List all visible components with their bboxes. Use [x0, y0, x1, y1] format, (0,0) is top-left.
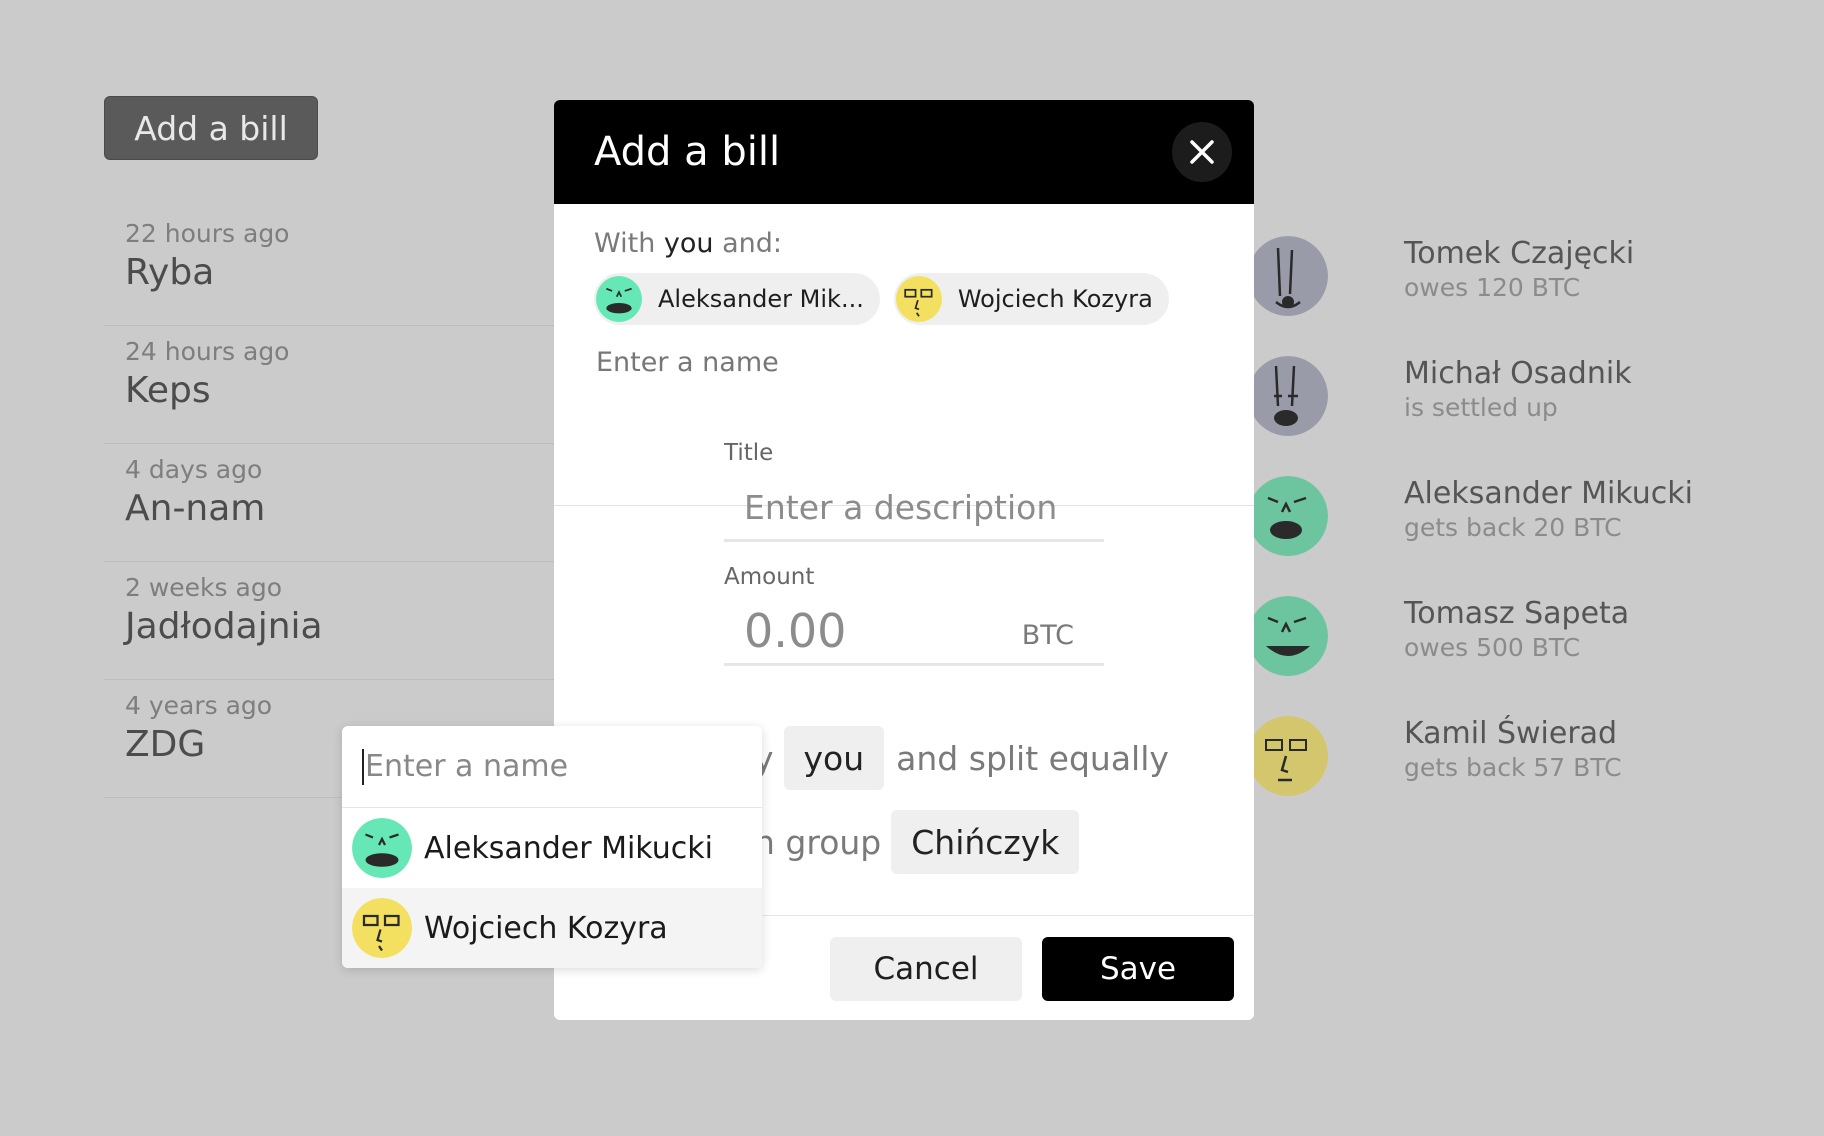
- participant-chips: Aleksander Mik... Wojciech Kozyra: [594, 273, 1214, 325]
- bill-title: Jadłodajnia: [125, 606, 323, 647]
- group-prefix: n group: [754, 822, 882, 862]
- avatar: [1248, 476, 1328, 556]
- avatar: [352, 898, 412, 958]
- amount-label: Amount: [724, 564, 815, 590]
- group-selector[interactable]: Chińczyk: [891, 810, 1080, 874]
- with-prefix: With: [594, 228, 656, 259]
- title-placeholder: Enter a description: [744, 488, 1058, 527]
- people-balances-list: Tomek Czajęcki owes 120 BTC Michał Osadn…: [1248, 236, 1768, 836]
- participant-chip-name: Wojciech Kozyra: [957, 285, 1153, 313]
- currency-label: BTC: [1021, 620, 1074, 651]
- amount-value: 0.00: [744, 604, 847, 658]
- avatar: [1248, 716, 1328, 796]
- bill-time: 4 days ago: [125, 455, 263, 484]
- participant-chip-name: Aleksander Mik...: [658, 285, 864, 313]
- person-status: gets back 20 BTC: [1404, 513, 1622, 542]
- bill-time: 4 years ago: [125, 691, 273, 720]
- person-name: Kamil Świerad: [1404, 716, 1618, 751]
- person-balance-item[interactable]: Aleksander Mikucki gets back 20 BTC: [1248, 476, 1768, 596]
- person-status: gets back 57 BTC: [1404, 753, 1622, 782]
- title-input[interactable]: Enter a description: [724, 466, 1104, 542]
- person-balance-item[interactable]: Tomasz Sapeta owes 500 BTC: [1248, 596, 1768, 716]
- paid-by-selector[interactable]: you: [783, 726, 885, 790]
- person-status: owes 500 BTC: [1404, 633, 1581, 662]
- person-status: owes 120 BTC: [1404, 273, 1581, 302]
- title-label: Title: [724, 440, 774, 466]
- avatar: [895, 276, 942, 322]
- bill-list-item[interactable]: 2 weeks ago Jadłodajnia: [104, 562, 564, 680]
- bill-list-item[interactable]: 22 hours ago Ryba: [104, 208, 564, 326]
- autocomplete-option[interactable]: Wojciech Kozyra: [342, 888, 762, 968]
- close-icon: [1189, 139, 1215, 165]
- person-balance-item[interactable]: Tomek Czajęcki owes 120 BTC: [1248, 236, 1768, 356]
- bill-time: 22 hours ago: [125, 219, 290, 248]
- bill-title: Ryba: [125, 252, 215, 293]
- bill-time: 2 weeks ago: [125, 573, 282, 602]
- bill-time: 24 hours ago: [125, 337, 290, 366]
- participant-chip[interactable]: Wojciech Kozyra: [893, 273, 1169, 325]
- autocomplete-option[interactable]: Aleksander Mikucki: [342, 808, 762, 888]
- avatar: [1248, 356, 1328, 436]
- avatar: [352, 818, 412, 878]
- text-caret: [362, 748, 364, 785]
- person-name: Tomasz Sapeta: [1404, 596, 1630, 631]
- bill-list-item[interactable]: 4 days ago An-nam: [104, 444, 564, 562]
- name-autocomplete-dropdown: Enter a name Aleksander Mikucki Wojciech…: [342, 726, 762, 968]
- participant-chip[interactable]: Aleksander Mik...: [594, 273, 880, 325]
- autocomplete-option-name: Aleksander Mikucki: [424, 830, 713, 866]
- save-button[interactable]: Save: [1042, 937, 1234, 1001]
- add-bill-button[interactable]: Add a bill: [104, 96, 318, 160]
- paid-by-row: y you and split equally: [754, 726, 1169, 790]
- autocomplete-option-name: Wojciech Kozyra: [424, 910, 668, 946]
- close-button[interactable]: [1172, 122, 1232, 182]
- bill-title: Keps: [125, 370, 211, 411]
- avatar: [596, 276, 642, 322]
- modal-header: Add a bill: [554, 100, 1254, 204]
- person-balance-item[interactable]: Michał Osadnik is settled up: [1248, 356, 1768, 476]
- participant-name-input[interactable]: Enter a name: [594, 347, 1214, 378]
- bill-form: Title Enter a description Amount 0.00 BT…: [724, 440, 1104, 666]
- with-you: you: [663, 228, 714, 259]
- bill-list-item[interactable]: 24 hours ago Keps: [104, 326, 564, 444]
- autocomplete-placeholder: Enter a name: [365, 749, 569, 784]
- amount-input[interactable]: 0.00 BTC: [724, 590, 1104, 666]
- modal-title: Add a bill: [594, 129, 781, 175]
- avatar: [1248, 236, 1328, 316]
- bill-list: 22 hours ago Ryba 24 hours ago Keps 4 da…: [104, 208, 564, 798]
- person-status: is settled up: [1404, 393, 1558, 422]
- person-balance-item[interactable]: Kamil Świerad gets back 57 BTC: [1248, 716, 1768, 836]
- person-name: Tomek Czajęcki: [1404, 236, 1635, 271]
- bill-title: An-nam: [125, 488, 266, 529]
- avatar: [1248, 596, 1328, 676]
- cancel-button[interactable]: Cancel: [830, 937, 1022, 1001]
- person-name: Michał Osadnik: [1404, 356, 1632, 391]
- split-mode-text[interactable]: and split equally: [896, 739, 1169, 778]
- with-suffix: and:: [722, 228, 783, 259]
- with-label: With you and:: [594, 228, 1214, 259]
- person-name: Aleksander Mikucki: [1404, 476, 1693, 511]
- autocomplete-input[interactable]: Enter a name: [342, 726, 762, 808]
- group-row: n group Chińczyk: [754, 810, 1080, 874]
